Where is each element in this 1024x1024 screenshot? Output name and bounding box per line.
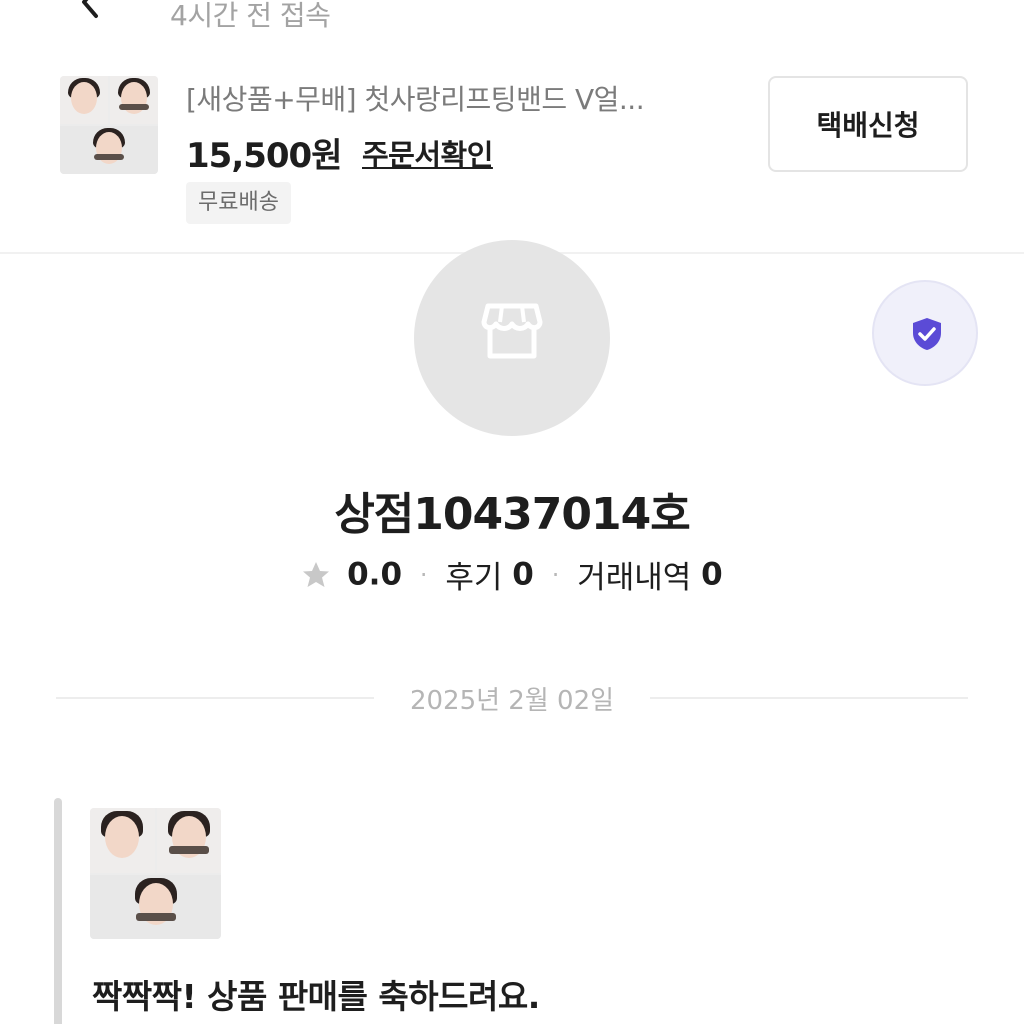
date-divider-line — [56, 697, 374, 699]
product-card: [새상품+무배] 첫사랑리프팅밴드 V얼... 15,500원 주문서확인 무료… — [0, 60, 1024, 252]
shield-check-icon — [913, 318, 941, 350]
thumbnail-photo — [90, 808, 155, 873]
top-header: 4시간 전 접속 — [0, 0, 1024, 32]
store-icon — [481, 303, 543, 359]
product-price: 15,500원 — [186, 136, 342, 176]
order-confirm-link[interactable]: 주문서확인 — [362, 132, 493, 174]
free-shipping-badge: 무료배송 — [186, 182, 291, 224]
thumbnail-photo — [110, 76, 158, 124]
date-divider-line — [650, 697, 968, 699]
delivery-request-button[interactable]: 택배신청 — [768, 76, 968, 172]
star-icon — [303, 561, 330, 587]
message-product-thumbnail[interactable] — [90, 808, 221, 939]
product-thumbnail[interactable] — [60, 76, 158, 174]
store-avatar[interactable] — [414, 240, 610, 436]
store-stats: 0.0 · 후기 0 · 거래내역 0 — [0, 552, 1024, 597]
reviews-label: 후기 — [445, 560, 503, 596]
last-seen-status: 4시간 전 접속 — [170, 0, 331, 32]
message-accent-bar — [54, 798, 62, 1024]
chat-screen: 4시간 전 접속 [새상품+무배] 첫사랑리프팅밴드 V얼... 15,500원… — [0, 0, 1024, 1024]
trades-count: 0 — [701, 556, 723, 593]
message-text: 짝짝짝! 상품 판매를 축하드려요. — [92, 977, 540, 1016]
thumbnail-photo — [60, 76, 108, 124]
reviews-count: 0 — [512, 556, 534, 593]
product-title[interactable]: [새상품+무배] 첫사랑리프팅밴드 V얼... — [186, 78, 645, 118]
back-arrow-icon[interactable] — [70, 0, 110, 22]
chat-date: 2025년 2월 02일 — [409, 686, 615, 716]
thumbnail-photo — [90, 874, 221, 939]
separator-dot: · — [419, 560, 428, 589]
trades-label: 거래내역 — [577, 560, 692, 596]
verified-badge[interactable] — [872, 280, 978, 386]
thumbnail-photo — [156, 808, 221, 873]
store-name[interactable]: 상점10437014호 — [0, 478, 1024, 542]
separator-dot: · — [551, 560, 560, 589]
rating-value: 0.0 — [347, 556, 403, 593]
thumbnail-photo — [60, 126, 158, 174]
